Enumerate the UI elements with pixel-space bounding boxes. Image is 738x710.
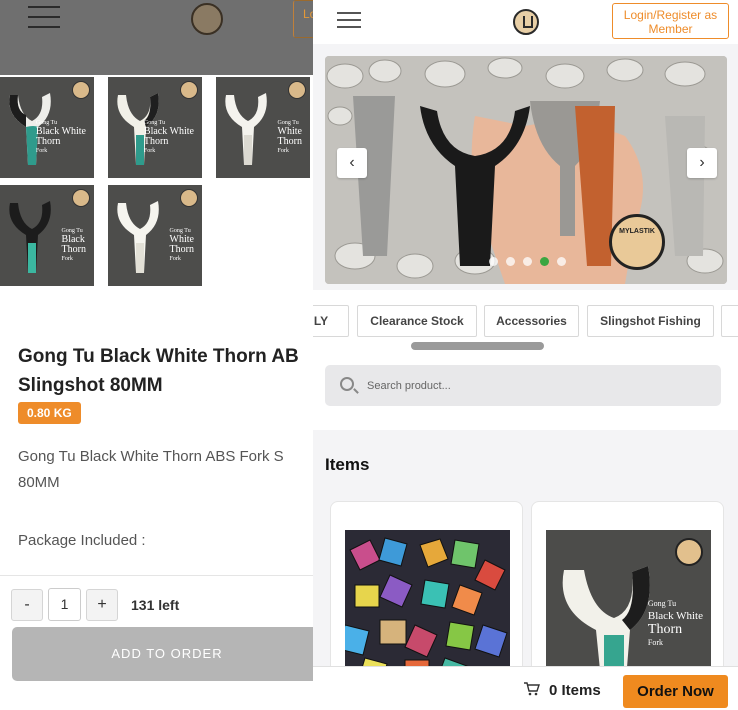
category-chip-accessories[interactable]: Accessories bbox=[484, 305, 579, 337]
thumbnail-4[interactable]: Gong Tu Black Thorn Fork bbox=[0, 185, 94, 286]
category-chip[interactable]: LY bbox=[313, 305, 349, 337]
thumbnail-caption: Thorn bbox=[277, 136, 302, 147]
brand-seal bbox=[180, 189, 198, 207]
login-register-button[interactable]: Login/Register as Member bbox=[612, 3, 729, 39]
slingshot-image bbox=[225, 93, 267, 165]
category-chip[interactable] bbox=[721, 305, 738, 337]
carousel-next-button[interactable]: › bbox=[687, 148, 717, 178]
product-title-line: Gong Tu Black White Thorn AB bbox=[18, 346, 299, 367]
brand-seal: MYLASTIK bbox=[609, 214, 665, 270]
search-icon bbox=[340, 377, 354, 391]
menu-icon[interactable] bbox=[28, 6, 60, 28]
thumbnail-caption: Fork bbox=[61, 256, 73, 262]
slingshot-image bbox=[9, 201, 51, 273]
add-to-order-button[interactable]: ADD TO ORDER bbox=[12, 627, 313, 681]
stock-remaining: 131 left bbox=[131, 597, 180, 613]
description-line: Gong Tu Black White Thorn ABS Fork S bbox=[18, 448, 284, 465]
thumbnail-caption: Fork bbox=[277, 148, 289, 154]
slingshot-image bbox=[117, 201, 159, 273]
brand-seal bbox=[72, 189, 90, 207]
product-image: Gong Tu Black White Thorn Fork bbox=[546, 530, 711, 680]
product-card-caption: Thorn bbox=[647, 622, 683, 637]
carousel-dot[interactable] bbox=[523, 257, 532, 266]
carousel-dot-active[interactable] bbox=[540, 257, 549, 266]
brand-logo[interactable] bbox=[191, 3, 223, 35]
carousel-dot[interactable] bbox=[557, 257, 566, 266]
product-image bbox=[345, 530, 510, 680]
thumbnail-caption: Fork bbox=[35, 148, 48, 154]
category-scroller[interactable]: LY Clearance Stock Accessories Slingshot… bbox=[313, 305, 738, 337]
shop-home-pane: Login/Register as Member ‹ › MYLASTIK LY… bbox=[313, 0, 738, 710]
product-card[interactable] bbox=[330, 501, 523, 681]
thumbnail-caption: Thorn bbox=[169, 244, 194, 255]
brand-seal bbox=[72, 81, 90, 99]
dimmed-header: Lo bbox=[0, 0, 313, 75]
product-title: Gong Tu Black White Thorn AB Slingshot 8… bbox=[18, 342, 313, 400]
cart-bar: 0 Items Order Now bbox=[313, 666, 738, 710]
carousel-dot[interactable] bbox=[489, 257, 498, 266]
order-now-button[interactable]: Order Now bbox=[623, 675, 728, 708]
carousel-prev-button[interactable]: ‹ bbox=[337, 148, 367, 178]
header: Login/Register as Member bbox=[313, 0, 738, 44]
product-card-caption: Black White bbox=[647, 610, 703, 622]
weight-badge: 0.80 KG bbox=[18, 402, 81, 424]
carousel-dot[interactable] bbox=[506, 257, 515, 266]
thumbnail-caption: Thorn bbox=[61, 244, 86, 255]
cart-item-count[interactable]: 0 Items bbox=[549, 682, 601, 699]
product-card[interactable]: Gong Tu Black White Thorn Fork bbox=[531, 501, 724, 681]
brand-seal bbox=[675, 538, 703, 566]
increase-button[interactable]: + bbox=[86, 589, 118, 621]
product-card-caption: Gong Tu bbox=[647, 599, 677, 608]
decrease-button[interactable]: - bbox=[11, 589, 43, 621]
category-chip-slingshot-fishing[interactable]: Slingshot Fishing bbox=[587, 305, 714, 337]
search-input[interactable] bbox=[367, 365, 707, 406]
brand-logo[interactable] bbox=[513, 9, 539, 35]
thumbnail-1[interactable]: Gong Tu Black White Thorn Fork bbox=[0, 77, 94, 178]
package-included-label: Package Included : bbox=[18, 532, 146, 549]
menu-icon[interactable] bbox=[337, 12, 361, 30]
product-card-caption: Fork bbox=[647, 638, 664, 647]
product-title-line: Slingshot 80MM bbox=[18, 375, 163, 396]
category-chip-clearance-stock[interactable]: Clearance Stock bbox=[357, 305, 477, 337]
thumbnail-caption: Fork bbox=[143, 148, 156, 154]
thumbnail-3[interactable]: Gong Tu White Thorn Fork bbox=[216, 77, 310, 178]
search-bar bbox=[325, 365, 721, 406]
carousel-dots bbox=[489, 253, 574, 266]
thumbnail-2[interactable]: Gong Tu Black White Thorn Fork bbox=[108, 77, 202, 178]
login-button[interactable]: Lo bbox=[293, 0, 313, 38]
quantity-bar: - 1 + 131 left ADD TO ORDER bbox=[0, 575, 313, 710]
description-line: 80MM bbox=[18, 474, 60, 491]
quantity-input[interactable]: 1 bbox=[48, 588, 81, 621]
brand-seal bbox=[180, 81, 198, 99]
thumbnail-caption: Fork bbox=[169, 256, 181, 262]
hero-image bbox=[325, 56, 727, 284]
hero-carousel[interactable]: ‹ › MYLASTIK bbox=[325, 56, 727, 284]
thumbnail-caption: Thorn bbox=[143, 136, 169, 147]
thumbnail-5[interactable]: Gong Tu White Thorn Fork bbox=[108, 185, 202, 286]
cart-icon[interactable] bbox=[524, 682, 540, 696]
thumbnail-caption: Thorn bbox=[35, 136, 61, 147]
section-title: Items bbox=[325, 455, 370, 474]
brand-seal bbox=[288, 81, 306, 99]
category-scrollbar[interactable] bbox=[411, 342, 544, 350]
product-description: Gong Tu Black White Thorn ABS Fork S 80M… bbox=[18, 444, 313, 496]
product-detail-pane: Lo Gong Tu Black White Thorn Fork bbox=[0, 0, 313, 710]
